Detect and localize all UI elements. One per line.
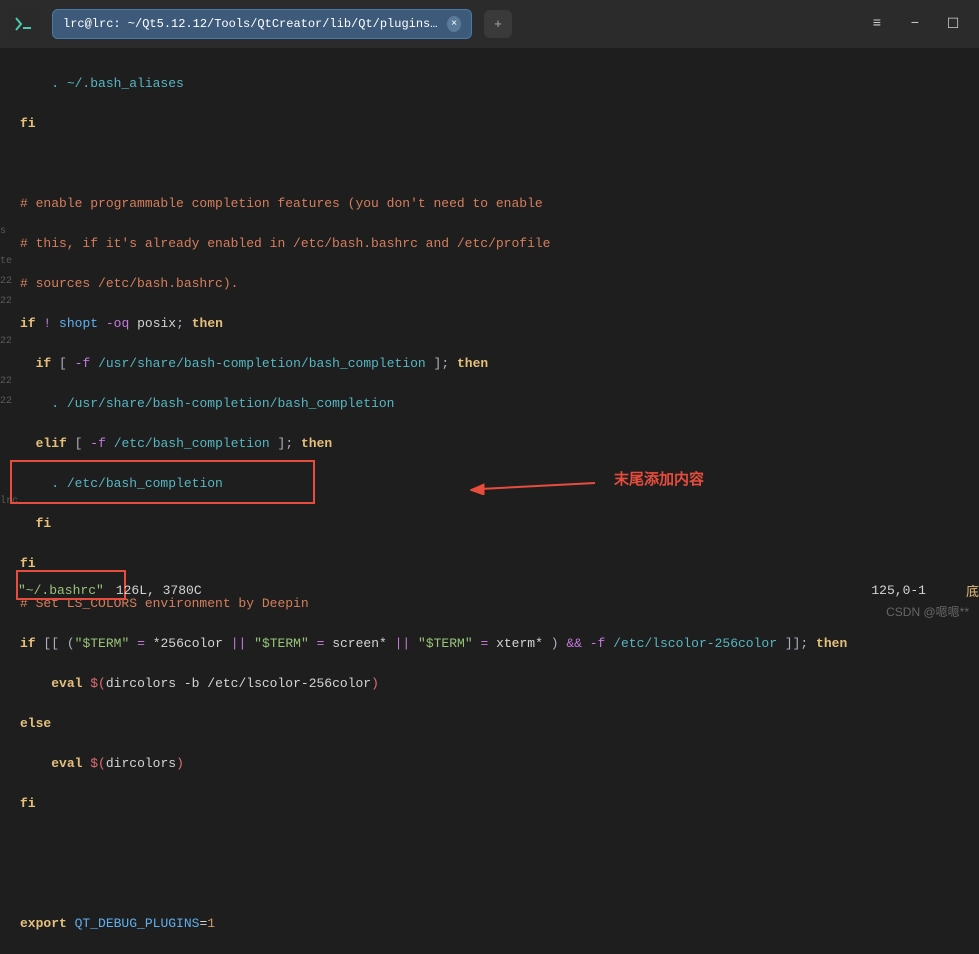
kw: eval xyxy=(51,756,82,771)
cmd: dircolors xyxy=(106,756,176,771)
op: && xyxy=(566,636,582,651)
str: "$TERM" xyxy=(75,636,130,651)
kw: then xyxy=(816,636,847,651)
p: [ xyxy=(75,436,83,451)
kw: then xyxy=(192,316,223,331)
tab-title: lrc@lrc: ~/Qt5.12.12/Tools/QtCreator/lib… xyxy=(63,17,439,31)
kw: eval xyxy=(51,676,82,691)
window-controls: ≡ − ☐ xyxy=(867,14,971,34)
kw: if xyxy=(36,356,52,371)
kw: export xyxy=(20,916,67,931)
op: -f xyxy=(90,436,106,451)
arg: posix xyxy=(137,316,176,331)
kw: else xyxy=(20,716,51,731)
cmd: dircolors -b /etc/lscolor-256color xyxy=(106,676,371,691)
highlight-box-export xyxy=(10,460,315,504)
op: || xyxy=(395,636,411,651)
status-fileinfo: 126L, 3780C xyxy=(116,583,202,598)
terminal-tab[interactable]: lrc@lrc: ~/Qt5.12.12/Tools/QtCreator/lib… xyxy=(52,9,472,39)
op: -f xyxy=(75,356,91,371)
p: ) xyxy=(176,756,184,771)
vim-statusbar: "~/.bashrc" 126L, 3780C 125,0-1 底 xyxy=(18,580,979,600)
p: ) xyxy=(371,676,379,691)
p: ; xyxy=(800,636,808,651)
code-comment: # enable programmable completion feature… xyxy=(20,196,543,211)
var: QT_DEBUG_PLUGINS xyxy=(75,916,200,931)
code-line: . ~/.bash_aliases xyxy=(51,76,184,91)
p: [ xyxy=(59,356,67,371)
tab-close-icon[interactable]: × xyxy=(447,16,461,32)
arrow-icon xyxy=(470,475,600,495)
p: $( xyxy=(90,756,106,771)
cmd: shopt xyxy=(59,316,98,331)
path: /etc/bash_completion xyxy=(114,436,270,451)
annotation-text: 末尾添加内容 xyxy=(614,468,704,489)
path: /etc/lscolor-256color xyxy=(613,636,777,651)
op: = xyxy=(137,636,145,651)
kw: elif xyxy=(36,436,67,451)
op: -oq xyxy=(106,316,129,331)
p: ]] xyxy=(785,636,801,651)
p: ) xyxy=(551,636,559,651)
op: = xyxy=(199,916,207,931)
p: $( xyxy=(90,676,106,691)
kw: then xyxy=(457,356,488,371)
kw: fi xyxy=(20,796,36,811)
kw: fi xyxy=(20,556,36,571)
titlebar: lrc@lrc: ~/Qt5.12.12/Tools/QtCreator/lib… xyxy=(0,0,979,48)
path: . /usr/share/bash-completion/bash_comple… xyxy=(51,396,394,411)
path: /usr/share/bash-completion/bash_completi… xyxy=(98,356,426,371)
v: xterm* xyxy=(496,636,543,651)
minimize-icon[interactable]: − xyxy=(905,14,925,34)
op: -f xyxy=(590,636,606,651)
p: [[ ( xyxy=(43,636,74,651)
status-filename: "~/.bashrc" xyxy=(18,583,104,598)
maximize-icon[interactable]: ☐ xyxy=(943,14,963,34)
menu-icon[interactable]: ≡ xyxy=(867,14,887,34)
op: ! xyxy=(43,316,51,331)
p: ; xyxy=(441,356,449,371)
op: = xyxy=(317,636,325,651)
status-percent: 底 xyxy=(966,581,979,600)
val: 1 xyxy=(207,916,215,931)
kw: if xyxy=(20,636,36,651)
terminal-app-icon xyxy=(8,8,40,40)
kw: fi xyxy=(36,516,52,531)
str: "$TERM" xyxy=(418,636,473,651)
new-tab-button[interactable]: + xyxy=(484,10,512,38)
kw: then xyxy=(301,436,332,451)
status-position: 125,0-1 xyxy=(871,583,926,598)
p: ; xyxy=(285,436,293,451)
op: = xyxy=(480,636,488,651)
v: *256color xyxy=(153,636,223,651)
code-comment: # sources /etc/bash.bashrc). xyxy=(20,276,238,291)
code-line: fi xyxy=(20,116,36,131)
kw: if xyxy=(20,316,36,331)
str: "$TERM" xyxy=(254,636,309,651)
v: screen* xyxy=(332,636,387,651)
op: || xyxy=(231,636,247,651)
watermark: CSDN @嗯嗯** xyxy=(886,603,969,620)
code-comment: # this, if it's already enabled in /etc/… xyxy=(20,236,551,251)
p: ; xyxy=(176,316,184,331)
